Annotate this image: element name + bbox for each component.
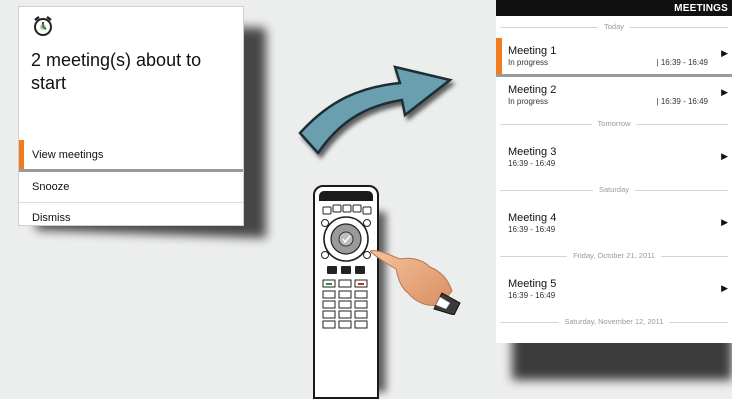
meeting-time: 16:39 - 16:49 <box>508 159 556 168</box>
date-separator: Saturday <box>496 179 732 201</box>
meeting-title: Meeting 2 <box>508 84 557 96</box>
meetings-panel: MEETINGS Today Meeting 1 In progress | 1… <box>496 0 732 343</box>
date-separator: Saturday, November 12, 2011 <box>496 311 732 333</box>
meeting-title: Meeting 4 <box>508 212 557 224</box>
date-separator: Friday, October 21, 2011 <box>496 245 732 267</box>
meeting-status: In progress <box>508 58 549 67</box>
transition-arrow <box>298 65 453 156</box>
meeting-reminder-popup: 2 meeting(s) about to start View meeting… <box>18 6 244 226</box>
meeting-status: In progress <box>508 97 549 106</box>
meeting-time: 16:39 - 16:49 <box>508 291 556 300</box>
separator-label: Friday, October 21, 2011 <box>567 251 661 260</box>
chevron-right-icon: ▶ <box>721 151 728 161</box>
separator-label: Tomorrow <box>591 119 637 128</box>
remote-keypad <box>321 204 372 329</box>
snooze-button[interactable]: Snooze <box>19 172 243 202</box>
meeting-row[interactable]: Meeting 2 In progress | 16:39 - 16:49 ▶ <box>496 77 732 113</box>
meeting-time: | 16:39 - 16:49 <box>656 97 708 106</box>
alarm-clock-icon <box>34 16 52 36</box>
chevron-right-icon: ▶ <box>721 48 728 58</box>
separator-label: Today <box>597 22 630 31</box>
popup-message: 2 meeting(s) about to start <box>31 50 202 93</box>
chevron-right-icon: ▶ <box>721 283 728 293</box>
meeting-time: | 16:39 - 16:49 <box>656 58 708 67</box>
dismiss-button[interactable]: Dismiss <box>19 202 243 233</box>
meeting-title: Meeting 5 <box>508 278 557 290</box>
date-separator: Tomorrow <box>496 113 732 135</box>
meeting-title: Meeting 1 <box>508 45 557 57</box>
meeting-title: Meeting 3 <box>508 146 557 158</box>
meeting-time: 16:39 - 16:49 <box>508 225 556 234</box>
meeting-row[interactable]: Meeting 5 16:39 - 16:49 ▶ <box>496 267 732 311</box>
separator-label: Saturday <box>592 185 636 194</box>
separator-label: Saturday, November 12, 2011 <box>558 317 670 326</box>
chevron-right-icon: ▶ <box>721 217 728 227</box>
meeting-row[interactable]: Meeting 1 In progress | 16:39 - 16:49 ▶ <box>496 38 732 77</box>
panel-title: MEETINGS <box>496 0 732 16</box>
chevron-right-icon: ▶ <box>721 87 728 97</box>
meeting-row[interactable]: Meeting 4 16:39 - 16:49 ▶ <box>496 201 732 245</box>
date-separator: Today <box>496 16 732 38</box>
popup-menu: View meetings Snooze Dismiss <box>19 140 243 233</box>
view-meetings-button[interactable]: View meetings <box>19 140 243 172</box>
pointing-hand-icon <box>370 250 461 315</box>
meeting-row[interactable]: Meeting 3 16:39 - 16:49 ▶ <box>496 135 732 179</box>
